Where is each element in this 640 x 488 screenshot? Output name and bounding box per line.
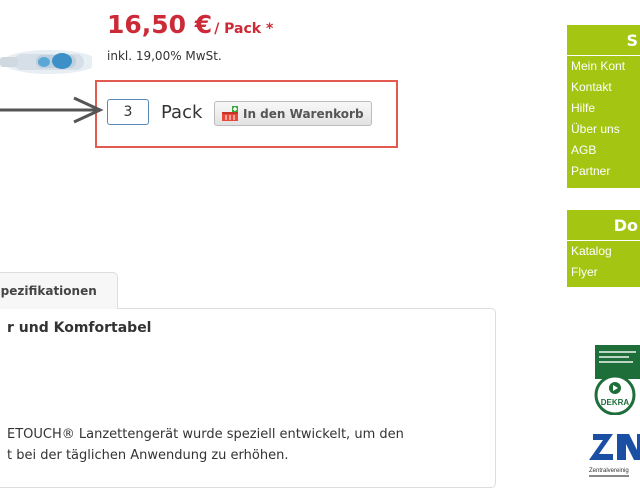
pointer-arrow-icon [0, 95, 112, 125]
sidebar-box-title: S [626, 30, 638, 50]
zentralverein-logo: Zentralvereinig [587, 430, 640, 479]
quantity-unit-label: Pack [161, 102, 203, 123]
sidebar-service-box: S Mein Kont Kontakt Hilfe Über uns AGB P… [567, 25, 640, 188]
sidebar-link-partner[interactable]: Partner [567, 161, 640, 182]
description-text-line: ETOUCH® Lanzettengerät wurde speziell en… [7, 427, 404, 442]
sidebar-box-title: Do [613, 215, 638, 235]
description-heading: r und Komfortabel [7, 320, 152, 336]
product-price: 16,50 € / Pack * [107, 10, 273, 39]
vat-note: inkl. 19,00% MwSt. [107, 49, 222, 63]
sidebar-link-account[interactable]: Mein Kont [567, 56, 640, 77]
svg-text:DEKRA: DEKRA [601, 398, 630, 407]
sidebar-link-terms[interactable]: AGB [567, 140, 640, 161]
price-amount: 16,50 € [107, 10, 213, 39]
dekra-certification-badge: DEKRA [591, 345, 640, 416]
cart-add-icon [221, 105, 239, 122]
sidebar-link-about[interactable]: Über uns [567, 119, 640, 140]
tab-specifications[interactable]: Spezifikationen [0, 272, 118, 309]
svg-text:Zentralvereinig: Zentralvereinig [589, 468, 629, 474]
quantity-input[interactable] [107, 99, 149, 125]
tab-label: Spezifikationen [0, 284, 97, 298]
add-to-cart-button[interactable]: In den Warenkorb [214, 101, 372, 126]
sidebar-link-catalog[interactable]: Katalog [567, 241, 640, 262]
sidebar-downloads-box: Do Katalog Flyer [567, 210, 640, 287]
sidebar-link-help[interactable]: Hilfe [567, 98, 640, 119]
price-unit: / Pack * [214, 21, 274, 37]
product-image[interactable] [0, 40, 98, 82]
add-to-cart-label: In den Warenkorb [243, 106, 364, 121]
sidebar-link-contact[interactable]: Kontakt [567, 77, 640, 98]
description-text-line: t bei der täglichen Anwendung zu erhöhen… [7, 448, 289, 463]
sidebar-link-flyer[interactable]: Flyer [567, 262, 640, 283]
